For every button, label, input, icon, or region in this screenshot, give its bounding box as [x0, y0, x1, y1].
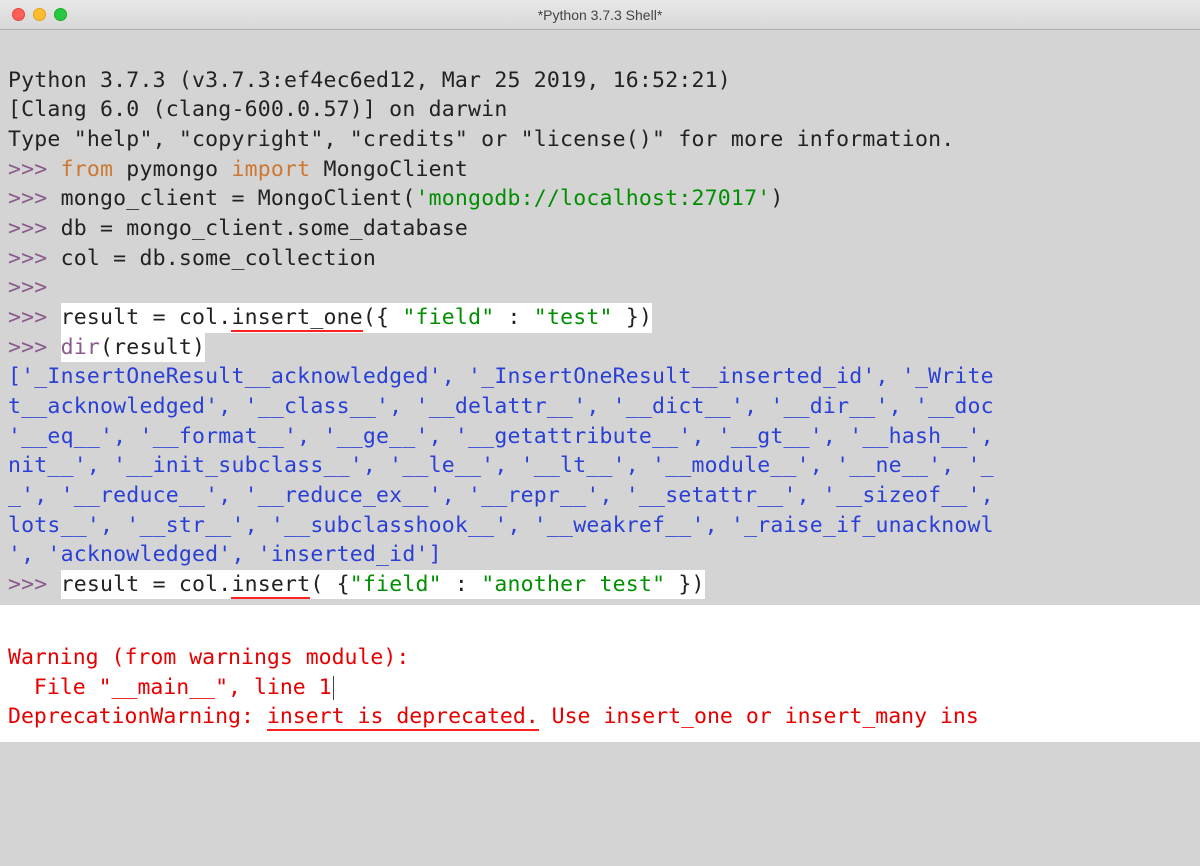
- text: }): [613, 305, 652, 330]
- underlined-insert: insert: [231, 572, 310, 599]
- text: :: [494, 305, 533, 330]
- shell-output[interactable]: Python 3.7.3 (v3.7.3:ef4ec6ed12, Mar 25 …: [0, 30, 1200, 599]
- dir-output-line: lots__', '__str__', '__subclasshook__', …: [8, 513, 994, 538]
- string: "field": [402, 305, 494, 330]
- prompt: >>>: [8, 157, 61, 182]
- prompt: >>>: [8, 186, 61, 211]
- underlined-insert-one: insert_one: [231, 305, 362, 332]
- string: "field": [350, 572, 442, 597]
- dir-output-line: _', '__reduce__', '__reduce_ex__', '__re…: [8, 483, 994, 508]
- text: mongo_client = MongoClient(: [61, 186, 416, 211]
- prompt: >>>: [8, 572, 61, 597]
- warning-line-3a: DeprecationWarning:: [8, 704, 267, 729]
- prompt: >>>: [8, 216, 61, 241]
- banner-line-1: Python 3.7.3 (v3.7.3:ef4ec6ed12, Mar 25 …: [8, 68, 744, 93]
- window-title-bar: *Python 3.7.3 Shell*: [0, 0, 1200, 30]
- dir-output-line: ', 'acknowledged', 'inserted_id']: [8, 542, 442, 567]
- string: "another test": [481, 572, 665, 597]
- prompt: >>>: [8, 305, 61, 330]
- highlighted-insert-one-line: result = col.insert_one({ "field" : "tes…: [61, 303, 653, 333]
- text: col = db.some_collection: [61, 246, 376, 271]
- warning-line-2: File "__main__", line 1: [8, 675, 332, 700]
- prompt: >>>: [8, 246, 61, 271]
- text: result = col.: [61, 572, 232, 597]
- dir-output-line: t__acknowledged', '__class__', '__delatt…: [8, 394, 994, 419]
- string: "test": [534, 305, 613, 330]
- warning-line-3c: Use insert_one or insert_many ins: [539, 704, 979, 729]
- text: result = col.: [61, 305, 232, 330]
- text: }): [665, 572, 704, 597]
- prompt: >>>: [8, 275, 61, 300]
- highlighted-dir-line: dir(result): [61, 333, 206, 363]
- banner-line-3: Type "help", "copyright", "credits" or "…: [8, 127, 954, 152]
- text: ): [770, 186, 783, 211]
- builtin-dir: dir: [61, 335, 100, 360]
- text: ({: [363, 305, 402, 330]
- kw-import: import: [231, 157, 310, 182]
- text: db = mongo_client.some_database: [61, 216, 468, 241]
- window-title: *Python 3.7.3 Shell*: [0, 7, 1200, 23]
- kw-from: from: [61, 157, 114, 182]
- warning-line-1: Warning (from warnings module):: [8, 645, 409, 670]
- prompt: >>>: [8, 335, 61, 360]
- text: (result): [100, 335, 205, 360]
- text: :: [442, 572, 481, 597]
- dir-output-line: '__eq__', '__format__', '__ge__', '__get…: [8, 424, 994, 449]
- string: 'mongodb://localhost:27017': [415, 186, 770, 211]
- dir-output-line: ['_InsertOneResult__acknowledged', '_Ins…: [8, 364, 994, 389]
- highlighted-insert-line: result = col.insert( {"field" : "another…: [61, 570, 705, 600]
- text: MongoClient: [310, 157, 468, 182]
- banner-line-2: [Clang 6.0 (clang-600.0.57)] on darwin: [8, 97, 507, 122]
- text-cursor: [333, 676, 334, 700]
- dir-output-line: nit__', '__init_subclass__', '__le__', '…: [8, 453, 994, 478]
- text: pymongo: [113, 157, 231, 182]
- deprecation-warning: Warning (from warnings module): File "__…: [0, 605, 1200, 742]
- underlined-deprecated: insert is deprecated.: [267, 704, 539, 731]
- text: ( {: [310, 572, 349, 597]
